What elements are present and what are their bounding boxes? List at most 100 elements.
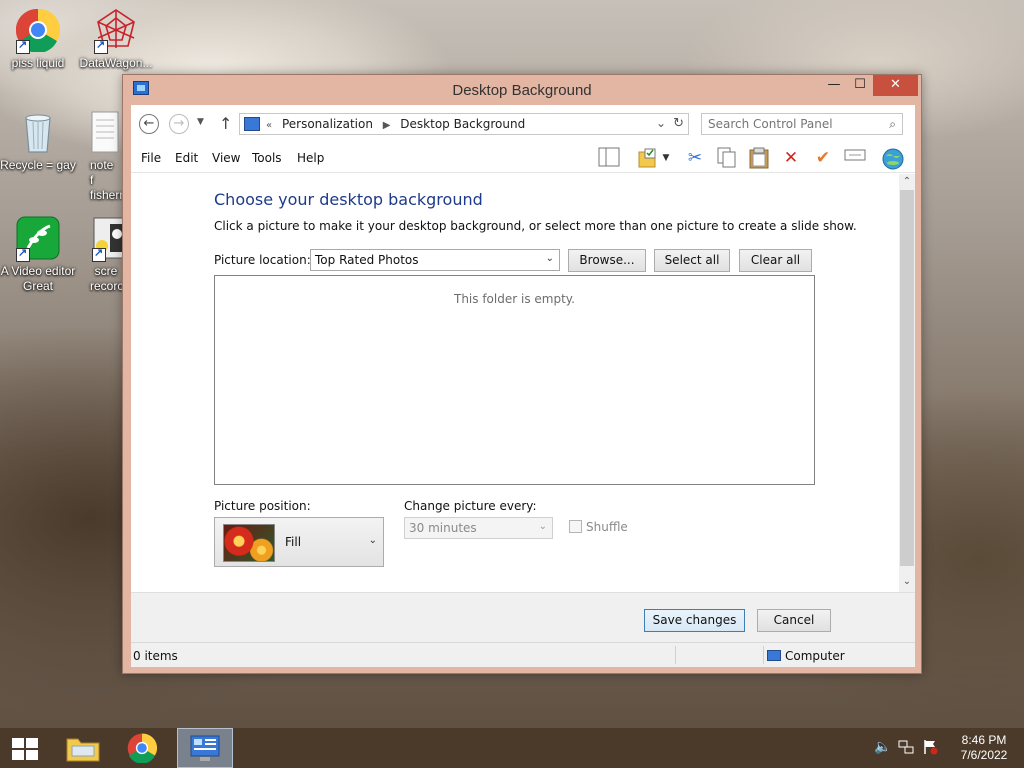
computer-icon (767, 650, 781, 661)
video-editor-icon (16, 216, 60, 262)
refresh-icon[interactable]: ↻ (673, 116, 684, 131)
desktop-icon-datawagon[interactable]: DataWagon... (76, 8, 156, 71)
taskbar-file-explorer[interactable] (56, 728, 112, 768)
chevron-down-icon: ⌄ (538, 521, 547, 532)
title-bar[interactable]: Desktop Background — ☐ ✕ (123, 75, 921, 105)
rename-icon[interactable] (843, 147, 867, 171)
item-count: 0 items (133, 649, 178, 663)
status-location-label: Computer (785, 649, 845, 663)
change-picture-label: Change picture every: (404, 499, 537, 513)
paste-icon[interactable] (747, 147, 771, 171)
scrollbar-thumb[interactable] (900, 190, 914, 566)
picture-position-value: Fill (285, 535, 302, 549)
dropdown-arrow-icon[interactable]: ▼ (659, 147, 673, 171)
globe-icon[interactable] (881, 147, 905, 171)
datawagon-icon (94, 8, 138, 54)
clock-date: 7/6/2022 (960, 748, 1008, 762)
picture-position-select[interactable]: Fill ⌄ (214, 517, 384, 567)
navigation-bar: ← → ▼ ↑ « Personalization ▶ Desktop Back… (131, 105, 915, 143)
volume-muted-icon[interactable]: 🔈 (874, 739, 891, 755)
scroll-down-icon[interactable]: ⌄ (899, 576, 915, 587)
taskbar: 🔈 8:46 PM 7/6/2022 (0, 728, 1024, 768)
up-arrow-icon[interactable]: ↑ (219, 114, 232, 133)
fill-preview-image (223, 524, 275, 562)
picture-location-label: Picture location: (214, 253, 311, 267)
address-bar[interactable]: « Personalization ▶ Desktop Background ⌄… (239, 113, 689, 135)
breadcrumb: « Personalization ▶ Desktop Background (266, 117, 531, 131)
select-all-button[interactable]: Select all (654, 249, 730, 272)
back-arrow-icon[interactable]: ← (139, 114, 159, 134)
desktop-icon-chrome[interactable]: piss liquid (0, 8, 78, 71)
page-title: Choose your desktop background (214, 190, 483, 209)
shuffle-checkbox[interactable]: Shuffle (569, 520, 628, 534)
chrome-icon (15, 8, 61, 54)
clear-all-button[interactable]: Clear all (739, 249, 812, 272)
desktop-icon-recycle-bin[interactable]: Recycle = gay (0, 110, 78, 173)
maximize-button[interactable]: ☐ (847, 75, 873, 96)
picture-list[interactable]: This folder is empty. (214, 275, 815, 485)
menu-edit[interactable]: Edit (175, 151, 198, 165)
window-client-area: ← → ▼ ↑ « Personalization ▶ Desktop Back… (131, 105, 915, 667)
checkmark-icon[interactable]: ✔ (811, 147, 835, 171)
breadcrumb-overflow[interactable]: « (266, 120, 272, 131)
menu-tools[interactable]: Tools (252, 151, 282, 165)
chevron-down-icon: ⌄ (368, 535, 377, 546)
system-clock[interactable]: 8:46 PM 7/6/2022 (952, 733, 1016, 763)
network-icon[interactable] (898, 739, 914, 759)
control-panel-icon (190, 735, 220, 766)
address-dropdown-icon[interactable]: ⌄ (656, 116, 666, 130)
menu-file[interactable]: File (141, 151, 161, 165)
window-title: Desktop Background (452, 82, 592, 99)
control-panel-icon (244, 117, 260, 131)
taskbar-chrome[interactable] (116, 728, 172, 768)
desktop-icon-label: DataWagon... (79, 56, 153, 70)
action-center-flag-icon[interactable] (922, 739, 938, 759)
desktop-icon-video-editor[interactable]: A Video editor Great (0, 216, 78, 294)
breadcrumb-desktop-background[interactable]: Desktop Background (400, 117, 525, 131)
search-box[interactable]: ⌕ (701, 113, 903, 135)
breadcrumb-separator-icon[interactable]: ▶ (383, 120, 391, 131)
save-changes-button[interactable]: Save changes (644, 609, 745, 632)
notepad-icon (90, 110, 120, 154)
menu-help[interactable]: Help (297, 151, 324, 165)
clock-time: 8:46 PM (961, 733, 1007, 747)
file-explorer-icon (66, 734, 100, 765)
checkbox-box[interactable] (569, 520, 582, 533)
forward-arrow-icon[interactable]: → (169, 114, 189, 134)
desktop-background-window: Desktop Background — ☐ ✕ ← → ▼ ↑ « Perso… (122, 74, 922, 674)
cut-icon[interactable]: ✂ (683, 147, 707, 171)
recent-pages-dropdown-icon[interactable]: ▼ (197, 117, 204, 127)
status-bar: 0 items Computer (131, 642, 915, 667)
delete-icon[interactable]: ✕ (779, 147, 803, 171)
desktop-icon-label: A Video editor Great (0, 264, 76, 293)
close-button[interactable]: ✕ (873, 75, 918, 96)
chrome-icon (127, 733, 158, 766)
folder-properties-icon[interactable] (635, 147, 659, 171)
start-button[interactable] (0, 728, 56, 768)
shuffle-label: Shuffle (586, 520, 628, 534)
desktop-icon-label: piss liquid (11, 56, 65, 70)
minimize-button[interactable]: — (821, 75, 847, 96)
desktop-icon-label: Recycle = gay (0, 158, 76, 172)
instructions-text: Click a picture to make it your desktop … (214, 219, 857, 233)
cancel-button[interactable]: Cancel (757, 609, 831, 632)
menu-bar: File Edit View Tools Help ▼ ✂ ✕ ✔ (131, 143, 915, 173)
chevron-down-icon: ⌄ (545, 253, 554, 264)
browse-button[interactable]: Browse... (568, 249, 646, 272)
layout-pane-icon[interactable] (597, 147, 621, 171)
copy-icon[interactable] (715, 147, 739, 171)
picture-location-select[interactable]: Top Rated Photos ⌄ (310, 249, 560, 271)
breadcrumb-personalization[interactable]: Personalization (282, 117, 373, 131)
scroll-up-icon[interactable]: ⌃ (899, 176, 915, 187)
vertical-scrollbar[interactable]: ⌃ ⌄ (899, 174, 915, 592)
search-input[interactable] (702, 114, 872, 134)
taskbar-control-panel[interactable] (177, 728, 233, 768)
status-divider (675, 646, 676, 664)
status-divider (763, 646, 764, 664)
picture-location-value: Top Rated Photos (315, 253, 419, 267)
menu-view[interactable]: View (212, 151, 240, 165)
main-content: Choose your desktop background Click a p… (131, 174, 899, 592)
desktop-icon-label: scre recorc (90, 264, 124, 293)
change-picture-select[interactable]: 30 minutes ⌄ (404, 517, 553, 539)
search-icon[interactable]: ⌕ (889, 117, 896, 132)
